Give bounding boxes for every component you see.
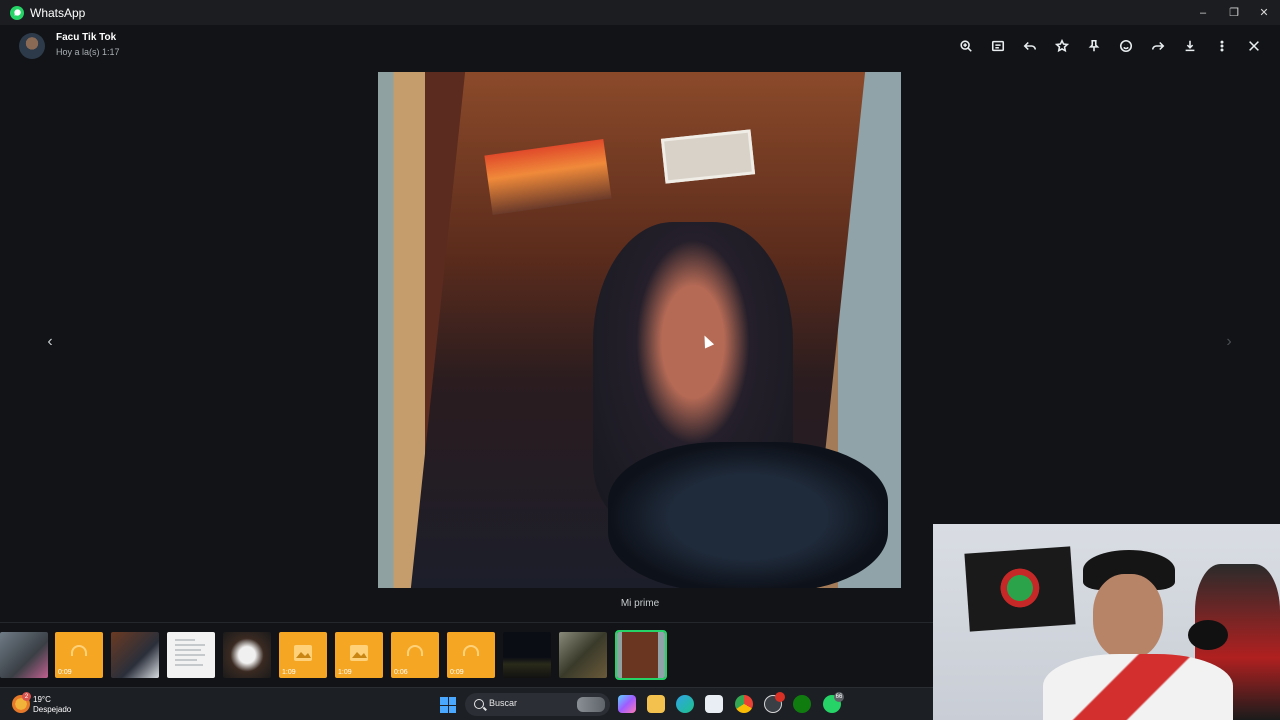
headphones-icon [463,645,479,656]
headphones-icon [407,645,423,656]
thumbnail-4[interactable] [167,632,215,678]
window-titlebar: WhatsApp – ❐ ✕ [0,0,1280,25]
thumbnail-duration: 1:09 [282,669,296,676]
chrome-icon[interactable] [735,695,753,713]
thumbnail-duration: 1:09 [338,669,352,676]
headphones-icon [71,645,87,656]
weather-badge: 2 [22,692,31,701]
windows-taskbar: 2 19°C Despejado Buscar 66 [0,687,933,720]
thumbnail-3[interactable] [111,632,159,678]
webcam-shirt [1043,654,1233,720]
close-window-button[interactable]: ✕ [1249,0,1279,25]
thumbnail-10[interactable] [503,632,551,678]
restore-button[interactable]: ❐ [1219,0,1249,25]
photo-frame [660,129,756,184]
thumbnail-duration: 0:06 [394,669,408,676]
whatsapp-logo-icon [10,5,24,20]
thumbnail-2[interactable]: 0:09 [55,632,103,678]
webcam-microphone [1188,620,1228,650]
webcam-wall-poster [964,546,1076,632]
previous-media-button[interactable]: ‹ [40,333,60,351]
microsoft-store-icon[interactable] [705,695,723,713]
thumbnail-6[interactable]: 1:09 [279,632,327,678]
avatar[interactable] [19,33,45,59]
search-placeholder: Buscar [489,698,518,708]
file-explorer-icon[interactable] [647,695,665,713]
thumbnail-duration: 0:09 [58,669,72,676]
thumbnail-1[interactable] [0,632,48,678]
thumbnail-5[interactable] [223,632,271,678]
forward-icon[interactable] [1148,36,1168,56]
xbox-icon[interactable] [793,695,811,713]
thumbnail-7[interactable]: 1:09 [335,632,383,678]
contact-name: Facu Tik Tok [56,32,117,43]
pin-icon[interactable] [1084,36,1104,56]
zoom-in-icon[interactable] [956,36,976,56]
thumbnail-9[interactable]: 0:09 [447,632,495,678]
close-icon[interactable] [1244,36,1264,56]
notification-dot-icon [775,692,785,702]
search-icon [474,699,484,709]
copilot-icon[interactable] [618,695,636,713]
document-icon [175,639,205,666]
caption-icon[interactable] [988,36,1008,56]
webcam-overlay [933,524,1280,720]
message-timestamp: Hoy a la(s) 1:17 [56,47,120,57]
image-icon [294,645,312,661]
emoji-icon[interactable] [1116,36,1136,56]
windows-start-icon[interactable] [440,697,456,713]
media-viewer-header: Facu Tik Tok Hoy a la(s) 1:17 [0,25,1280,69]
webcam-face [1093,574,1163,659]
reply-icon[interactable] [1020,36,1040,56]
minimize-button[interactable]: – [1188,0,1218,25]
thumbnail-12-selected[interactable] [615,630,667,680]
weather-temperature: 19°C [33,695,51,704]
thumbnail-8[interactable]: 0:06 [391,632,439,678]
thumbnail-duration: 0:09 [450,669,464,676]
more-icon[interactable] [1212,36,1232,56]
app-title: WhatsApp [30,5,86,20]
next-media-button[interactable]: › [1219,333,1239,351]
viewed-photo[interactable] [378,72,901,588]
thumbnail-strip: 0:09 1:09 1:09 0:06 0:09 [0,622,933,684]
edge-browser-icon[interactable] [676,695,694,713]
photo-bag [608,442,888,588]
weather-description: Despejado [33,705,72,714]
download-icon[interactable] [1180,36,1200,56]
search-highlight-image [577,697,605,712]
thumbnail-11[interactable] [559,632,607,678]
star-icon[interactable] [1052,36,1072,56]
taskbar-search[interactable]: Buscar [465,693,610,716]
whatsapp-unread-badge: 66 [834,692,844,702]
image-icon [350,645,368,661]
